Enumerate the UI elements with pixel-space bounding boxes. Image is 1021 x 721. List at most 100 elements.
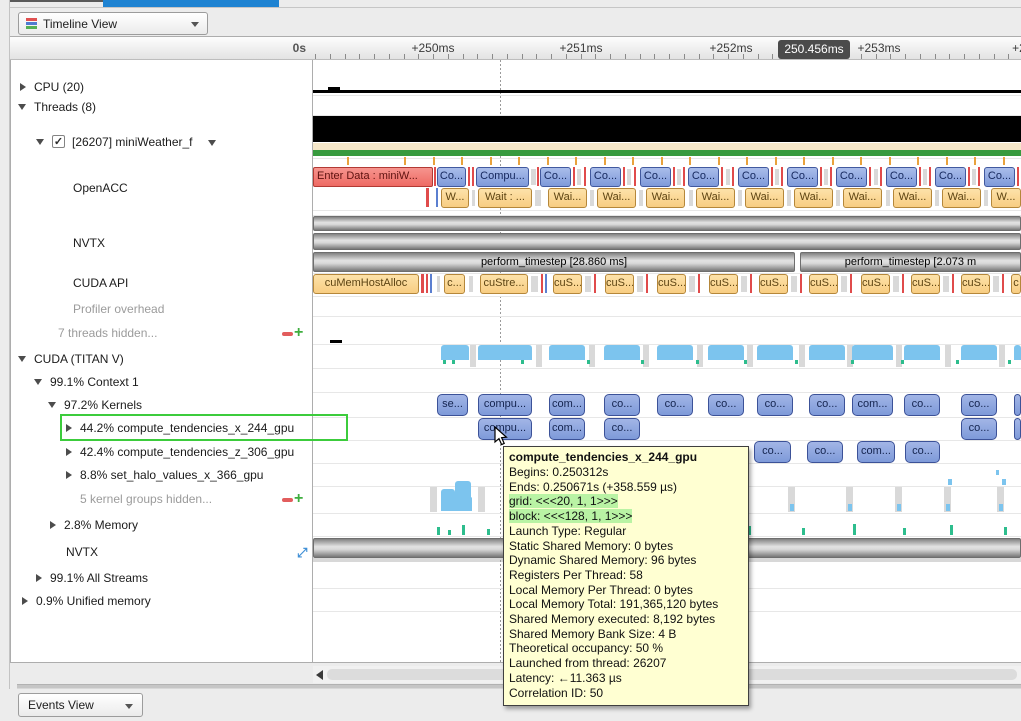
cuda-api-event[interactable]: cuStre... bbox=[480, 274, 528, 294]
openacc-event[interactable]: Co... bbox=[984, 167, 1015, 187]
sidebar-item-profiler-overhead[interactable]: Profiler overhead bbox=[73, 302, 164, 316]
openacc-wait-event[interactable]: Wai... bbox=[942, 188, 981, 208]
kernel-event[interactable] bbox=[1014, 394, 1021, 416]
cuda-api-event[interactable]: cuS... bbox=[605, 274, 634, 294]
sidebar-item-nvtx[interactable]: NVTX bbox=[66, 545, 98, 559]
sidebar-item-99-1-context-1[interactable]: 99.1% Context 1 bbox=[50, 375, 139, 389]
sidebar-item-2-8-memory[interactable]: 2.8% Memory bbox=[64, 518, 138, 532]
kernel-event[interactable]: co... bbox=[809, 394, 845, 416]
cuda-api-event[interactable]: cuS... bbox=[809, 274, 838, 294]
cuda-api-event[interactable]: c bbox=[1011, 274, 1021, 294]
openacc-wait-event[interactable]: Wai... bbox=[745, 188, 784, 208]
tree-collapse-arrow-icon[interactable] bbox=[50, 521, 56, 529]
openacc-wait-event[interactable]: Wai... bbox=[597, 188, 636, 208]
openacc-event[interactable]: Co... bbox=[688, 167, 719, 187]
kernel-event[interactable]: co... bbox=[904, 394, 940, 416]
openacc-event[interactable]: Co... bbox=[540, 167, 571, 187]
cuda-api-event[interactable]: cuS... bbox=[911, 274, 940, 294]
sidebar-item-0-9-unified-memory[interactable]: 0.9% Unified memory bbox=[36, 594, 151, 608]
openacc-event[interactable]: Co... bbox=[886, 167, 917, 187]
sidebar-item-7-threads-hidden[interactable]: 7 threads hidden... bbox=[58, 326, 157, 340]
kernel-event[interactable]: co... bbox=[961, 394, 997, 416]
nvtx-range[interactable]: perform_timestep [2.073 m bbox=[800, 252, 1021, 272]
tree-collapse-arrow-icon[interactable] bbox=[66, 471, 72, 479]
kernel-x244-event[interactable] bbox=[1014, 418, 1021, 440]
sidebar-item-threads-8[interactable]: Threads (8) bbox=[34, 100, 96, 114]
row-expand-icon[interactable]: ⤢ bbox=[297, 545, 307, 561]
tree-expand-arrow-icon[interactable] bbox=[34, 379, 42, 385]
kernel-z306-event[interactable]: com... bbox=[857, 441, 895, 463]
openacc-event[interactable]: Co... bbox=[935, 167, 966, 187]
tree-collapse-arrow-icon[interactable] bbox=[36, 574, 42, 582]
active-tab-indicator[interactable] bbox=[103, 0, 279, 7]
sidebar-item-cpu-20[interactable]: CPU (20) bbox=[34, 80, 84, 94]
kernel-event[interactable]: co... bbox=[757, 394, 793, 416]
thread-options-caret-icon[interactable] bbox=[208, 140, 216, 146]
cuda-api-event[interactable]: c... bbox=[444, 274, 465, 294]
timeline-view-dropdown[interactable]: Timeline View bbox=[18, 12, 208, 35]
scroll-left-arrow-icon[interactable] bbox=[316, 670, 323, 680]
sidebar-item-42-4-compute-tendencies-z-306-gpu[interactable]: 42.4% compute_tendencies_z_306_gpu bbox=[80, 445, 294, 459]
tree-expand-arrow-icon[interactable] bbox=[48, 402, 56, 408]
tree-collapse-arrow-icon[interactable] bbox=[20, 83, 26, 91]
openacc-event[interactable]: Co... bbox=[836, 167, 867, 187]
openacc-event[interactable]: Enter Data : miniW... bbox=[313, 167, 433, 187]
kernel-z306-event[interactable]: co... bbox=[905, 441, 940, 463]
nvtx-range[interactable]: perform_timestep [28.860 ms] bbox=[313, 252, 795, 272]
sidebar-item-99-1-all-streams[interactable]: 99.1% All Streams bbox=[50, 571, 148, 585]
cuda-api-event[interactable]: cuS... bbox=[657, 274, 686, 294]
tree-expand-arrow-icon[interactable] bbox=[18, 356, 26, 362]
openacc-event[interactable]: Co... bbox=[590, 167, 621, 187]
tree-collapse-arrow-icon[interactable] bbox=[22, 597, 28, 605]
cuda-api-event[interactable]: cuS... bbox=[553, 274, 582, 294]
kernel-z306-event[interactable]: co... bbox=[754, 441, 791, 463]
kernel-x244-event[interactable]: com... bbox=[549, 418, 585, 440]
sidebar-item-5-kernel-groups-hidden[interactable]: 5 kernel groups hidden... bbox=[80, 492, 212, 506]
kernel-event[interactable]: co... bbox=[604, 394, 640, 416]
kernel-z306-event[interactable]: co... bbox=[807, 441, 843, 463]
collapse-group-button[interactable] bbox=[282, 332, 293, 336]
openacc-event[interactable]: Compu... bbox=[476, 167, 529, 187]
openacc-wait-event[interactable]: W... bbox=[991, 188, 1021, 208]
expand-group-button[interactable]: + bbox=[294, 327, 306, 339]
kernel-event[interactable]: co... bbox=[708, 394, 744, 416]
tree-expand-arrow-icon[interactable] bbox=[36, 139, 44, 145]
sidebar-item-8-8-set-halo-values-x-366-gpu[interactable]: 8.8% set_halo_values_x_366_gpu bbox=[80, 468, 263, 482]
sidebar-item-nvtx[interactable]: NVTX bbox=[73, 236, 105, 250]
kernel-event[interactable]: co... bbox=[657, 394, 693, 416]
sidebar-item-cuda-api[interactable]: CUDA API bbox=[73, 276, 128, 290]
openacc-wait-event[interactable]: Wai... bbox=[548, 188, 587, 208]
kernel-event[interactable]: com... bbox=[852, 394, 893, 416]
time-ruler[interactable]: +250ms+251ms+252ms+253ms+2250.456ms bbox=[313, 37, 1021, 60]
events-view-dropdown[interactable]: Events View bbox=[18, 693, 143, 717]
openacc-wait-event[interactable]: Wai... bbox=[696, 188, 735, 208]
cuda-api-event[interactable]: cuS... bbox=[861, 274, 890, 294]
kernel-x244-event[interactable]: co... bbox=[604, 418, 640, 440]
cuda-api-event[interactable]: cuS... bbox=[759, 274, 788, 294]
openacc-wait-event[interactable]: Wai... bbox=[646, 188, 685, 208]
sidebar-item-26207-miniweather-f[interactable]: [26207] miniWeather_f bbox=[72, 135, 193, 149]
cuda-api-event[interactable]: cuS... bbox=[709, 274, 738, 294]
openacc-event[interactable]: Co... bbox=[738, 167, 769, 187]
sidebar-item-97-2-kernels[interactable]: 97.2% Kernels bbox=[64, 398, 142, 412]
openacc-event[interactable]: Co... bbox=[787, 167, 818, 187]
sidebar-item-cuda-titan-v[interactable]: CUDA (TITAN V) bbox=[34, 352, 124, 366]
openacc-event[interactable]: Co... bbox=[640, 167, 671, 187]
openacc-wait-event[interactable]: Wai... bbox=[893, 188, 932, 208]
kernel-event[interactable]: compu... bbox=[478, 394, 532, 416]
expand-group-button[interactable]: + bbox=[294, 493, 306, 505]
tree-collapse-arrow-icon[interactable] bbox=[66, 448, 72, 456]
kernel-x244-event[interactable]: co... bbox=[961, 418, 997, 440]
openacc-wait-event[interactable]: Wai... bbox=[794, 188, 833, 208]
kernel-event[interactable]: com... bbox=[549, 394, 585, 416]
openacc-event[interactable]: Co... bbox=[437, 167, 466, 187]
kernel-event[interactable]: se... bbox=[437, 394, 468, 416]
cuda-api-event[interactable]: cuS... bbox=[961, 274, 990, 294]
collapse-group-button[interactable] bbox=[282, 498, 293, 502]
openacc-wait-event[interactable]: W... bbox=[441, 188, 469, 208]
cuda-api-event[interactable]: cuMemHostAlloc bbox=[313, 274, 419, 294]
openacc-wait-event[interactable]: Wait : ... bbox=[478, 188, 532, 208]
sidebar-item-openacc[interactable]: OpenACC bbox=[73, 181, 128, 195]
openacc-wait-event[interactable]: Wai... bbox=[843, 188, 882, 208]
thread-checkbox[interactable]: ✓ bbox=[52, 135, 65, 148]
